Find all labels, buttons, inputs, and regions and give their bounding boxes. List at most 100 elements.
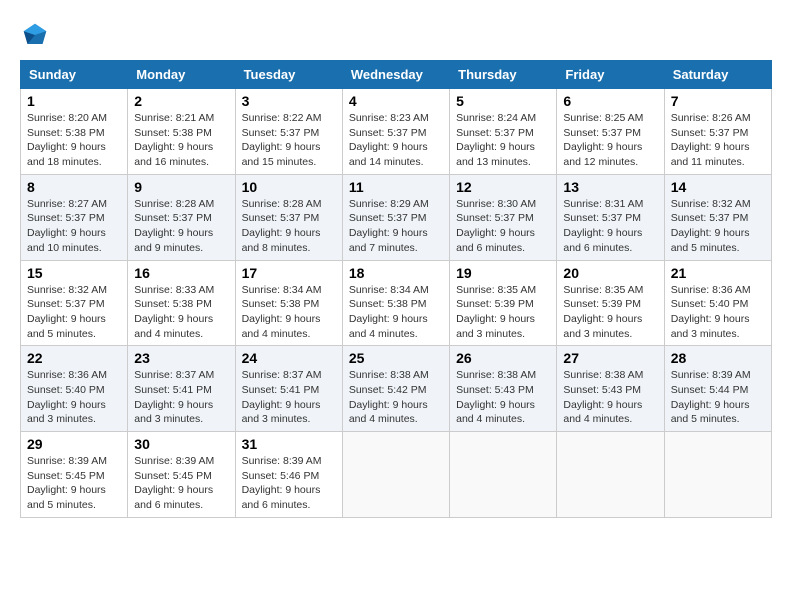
calendar-cell: 30 Sunrise: 8:39 AM Sunset: 5:45 PM Dayl… xyxy=(128,432,235,518)
calendar-cell xyxy=(342,432,449,518)
day-info: Sunrise: 8:37 AM Sunset: 5:41 PM Dayligh… xyxy=(242,368,336,427)
day-number: 16 xyxy=(134,265,228,281)
day-number: 28 xyxy=(671,350,765,366)
day-number: 3 xyxy=(242,93,336,109)
day-number: 22 xyxy=(27,350,121,366)
day-info: Sunrise: 8:38 AM Sunset: 5:42 PM Dayligh… xyxy=(349,368,443,427)
day-number: 31 xyxy=(242,436,336,452)
day-number: 24 xyxy=(242,350,336,366)
calendar-cell: 21 Sunrise: 8:36 AM Sunset: 5:40 PM Dayl… xyxy=(664,260,771,346)
calendar-cell: 25 Sunrise: 8:38 AM Sunset: 5:42 PM Dayl… xyxy=(342,346,449,432)
day-number: 4 xyxy=(349,93,443,109)
calendar-cell: 23 Sunrise: 8:37 AM Sunset: 5:41 PM Dayl… xyxy=(128,346,235,432)
day-info: Sunrise: 8:31 AM Sunset: 5:37 PM Dayligh… xyxy=(563,197,657,256)
calendar-cell: 1 Sunrise: 8:20 AM Sunset: 5:38 PM Dayli… xyxy=(21,89,128,175)
day-info: Sunrise: 8:39 AM Sunset: 5:46 PM Dayligh… xyxy=(242,454,336,513)
calendar-cell: 16 Sunrise: 8:33 AM Sunset: 5:38 PM Dayl… xyxy=(128,260,235,346)
calendar-cell: 8 Sunrise: 8:27 AM Sunset: 5:37 PM Dayli… xyxy=(21,174,128,260)
day-number: 7 xyxy=(671,93,765,109)
weekday-header-thursday: Thursday xyxy=(450,61,557,89)
weekday-header-wednesday: Wednesday xyxy=(342,61,449,89)
day-number: 9 xyxy=(134,179,228,195)
calendar-cell: 27 Sunrise: 8:38 AM Sunset: 5:43 PM Dayl… xyxy=(557,346,664,432)
calendar-cell: 9 Sunrise: 8:28 AM Sunset: 5:37 PM Dayli… xyxy=(128,174,235,260)
calendar-cell: 18 Sunrise: 8:34 AM Sunset: 5:38 PM Dayl… xyxy=(342,260,449,346)
day-number: 20 xyxy=(563,265,657,281)
day-info: Sunrise: 8:34 AM Sunset: 5:38 PM Dayligh… xyxy=(242,283,336,342)
day-info: Sunrise: 8:25 AM Sunset: 5:37 PM Dayligh… xyxy=(563,111,657,170)
weekday-header-saturday: Saturday xyxy=(664,61,771,89)
calendar-cell: 26 Sunrise: 8:38 AM Sunset: 5:43 PM Dayl… xyxy=(450,346,557,432)
calendar-cell xyxy=(664,432,771,518)
weekday-header-friday: Friday xyxy=(557,61,664,89)
day-info: Sunrise: 8:36 AM Sunset: 5:40 PM Dayligh… xyxy=(671,283,765,342)
day-info: Sunrise: 8:32 AM Sunset: 5:37 PM Dayligh… xyxy=(671,197,765,256)
day-number: 12 xyxy=(456,179,550,195)
day-number: 13 xyxy=(563,179,657,195)
calendar-cell: 22 Sunrise: 8:36 AM Sunset: 5:40 PM Dayl… xyxy=(21,346,128,432)
day-number: 21 xyxy=(671,265,765,281)
logo-icon xyxy=(20,20,50,50)
day-info: Sunrise: 8:23 AM Sunset: 5:37 PM Dayligh… xyxy=(349,111,443,170)
day-number: 23 xyxy=(134,350,228,366)
day-info: Sunrise: 8:30 AM Sunset: 5:37 PM Dayligh… xyxy=(456,197,550,256)
day-number: 19 xyxy=(456,265,550,281)
day-info: Sunrise: 8:39 AM Sunset: 5:45 PM Dayligh… xyxy=(27,454,121,513)
day-number: 17 xyxy=(242,265,336,281)
calendar-cell: 28 Sunrise: 8:39 AM Sunset: 5:44 PM Dayl… xyxy=(664,346,771,432)
day-number: 11 xyxy=(349,179,443,195)
day-info: Sunrise: 8:39 AM Sunset: 5:44 PM Dayligh… xyxy=(671,368,765,427)
logo xyxy=(20,20,54,50)
day-info: Sunrise: 8:37 AM Sunset: 5:41 PM Dayligh… xyxy=(134,368,228,427)
calendar-cell: 5 Sunrise: 8:24 AM Sunset: 5:37 PM Dayli… xyxy=(450,89,557,175)
calendar-cell: 24 Sunrise: 8:37 AM Sunset: 5:41 PM Dayl… xyxy=(235,346,342,432)
calendar-cell: 4 Sunrise: 8:23 AM Sunset: 5:37 PM Dayli… xyxy=(342,89,449,175)
day-info: Sunrise: 8:35 AM Sunset: 5:39 PM Dayligh… xyxy=(563,283,657,342)
calendar-cell: 20 Sunrise: 8:35 AM Sunset: 5:39 PM Dayl… xyxy=(557,260,664,346)
day-number: 27 xyxy=(563,350,657,366)
day-info: Sunrise: 8:24 AM Sunset: 5:37 PM Dayligh… xyxy=(456,111,550,170)
calendar-cell: 31 Sunrise: 8:39 AM Sunset: 5:46 PM Dayl… xyxy=(235,432,342,518)
calendar-cell: 15 Sunrise: 8:32 AM Sunset: 5:37 PM Dayl… xyxy=(21,260,128,346)
weekday-header-monday: Monday xyxy=(128,61,235,89)
day-number: 30 xyxy=(134,436,228,452)
calendar-table: SundayMondayTuesdayWednesdayThursdayFrid… xyxy=(20,60,772,518)
day-number: 8 xyxy=(27,179,121,195)
day-number: 15 xyxy=(27,265,121,281)
day-info: Sunrise: 8:32 AM Sunset: 5:37 PM Dayligh… xyxy=(27,283,121,342)
calendar-cell: 13 Sunrise: 8:31 AM Sunset: 5:37 PM Dayl… xyxy=(557,174,664,260)
day-info: Sunrise: 8:28 AM Sunset: 5:37 PM Dayligh… xyxy=(134,197,228,256)
day-info: Sunrise: 8:22 AM Sunset: 5:37 PM Dayligh… xyxy=(242,111,336,170)
day-number: 2 xyxy=(134,93,228,109)
weekday-header-sunday: Sunday xyxy=(21,61,128,89)
calendar-cell: 11 Sunrise: 8:29 AM Sunset: 5:37 PM Dayl… xyxy=(342,174,449,260)
day-info: Sunrise: 8:29 AM Sunset: 5:37 PM Dayligh… xyxy=(349,197,443,256)
day-info: Sunrise: 8:21 AM Sunset: 5:38 PM Dayligh… xyxy=(134,111,228,170)
day-info: Sunrise: 8:33 AM Sunset: 5:38 PM Dayligh… xyxy=(134,283,228,342)
day-info: Sunrise: 8:36 AM Sunset: 5:40 PM Dayligh… xyxy=(27,368,121,427)
day-info: Sunrise: 8:38 AM Sunset: 5:43 PM Dayligh… xyxy=(456,368,550,427)
day-number: 6 xyxy=(563,93,657,109)
calendar-cell: 12 Sunrise: 8:30 AM Sunset: 5:37 PM Dayl… xyxy=(450,174,557,260)
page-header xyxy=(20,20,772,50)
day-number: 26 xyxy=(456,350,550,366)
day-number: 5 xyxy=(456,93,550,109)
day-number: 10 xyxy=(242,179,336,195)
calendar-cell: 10 Sunrise: 8:28 AM Sunset: 5:37 PM Dayl… xyxy=(235,174,342,260)
day-info: Sunrise: 8:38 AM Sunset: 5:43 PM Dayligh… xyxy=(563,368,657,427)
day-info: Sunrise: 8:26 AM Sunset: 5:37 PM Dayligh… xyxy=(671,111,765,170)
calendar-cell: 3 Sunrise: 8:22 AM Sunset: 5:37 PM Dayli… xyxy=(235,89,342,175)
day-info: Sunrise: 8:35 AM Sunset: 5:39 PM Dayligh… xyxy=(456,283,550,342)
day-info: Sunrise: 8:28 AM Sunset: 5:37 PM Dayligh… xyxy=(242,197,336,256)
day-number: 18 xyxy=(349,265,443,281)
day-info: Sunrise: 8:39 AM Sunset: 5:45 PM Dayligh… xyxy=(134,454,228,513)
day-number: 1 xyxy=(27,93,121,109)
calendar-cell: 19 Sunrise: 8:35 AM Sunset: 5:39 PM Dayl… xyxy=(450,260,557,346)
day-number: 29 xyxy=(27,436,121,452)
calendar-cell xyxy=(557,432,664,518)
day-info: Sunrise: 8:20 AM Sunset: 5:38 PM Dayligh… xyxy=(27,111,121,170)
calendar-cell: 2 Sunrise: 8:21 AM Sunset: 5:38 PM Dayli… xyxy=(128,89,235,175)
day-number: 14 xyxy=(671,179,765,195)
calendar-cell: 17 Sunrise: 8:34 AM Sunset: 5:38 PM Dayl… xyxy=(235,260,342,346)
calendar-cell: 29 Sunrise: 8:39 AM Sunset: 5:45 PM Dayl… xyxy=(21,432,128,518)
